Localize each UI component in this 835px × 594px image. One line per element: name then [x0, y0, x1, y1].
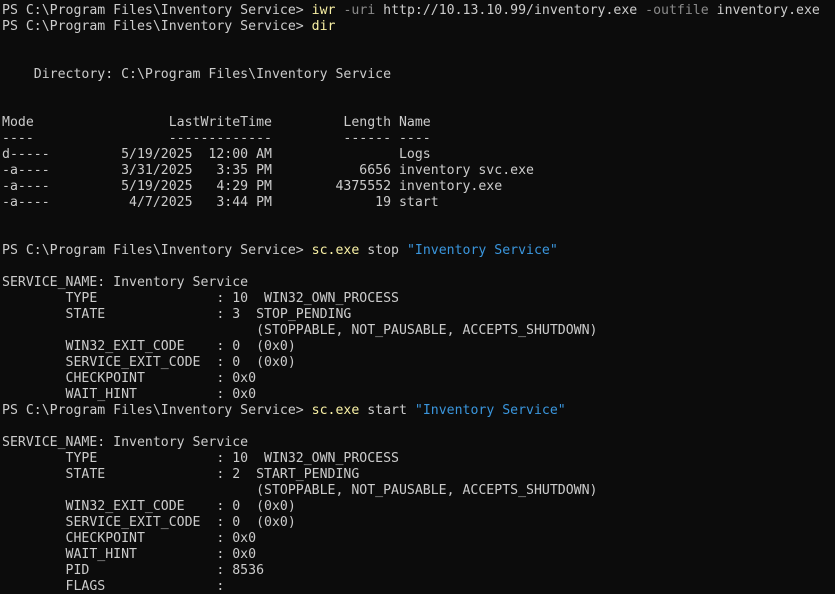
terminal-text-plain: STATE : 3 STOP_PENDING [2, 307, 352, 322]
terminal-line: PID : 8536 [2, 563, 835, 579]
terminal-text-command: dir [311, 19, 336, 34]
terminal-line: SERVICE_NAME: Inventory Service [2, 435, 835, 451]
terminal-text-plain: (STOPPABLE, NOT_PAUSABLE, ACCEPTS_SHUTDO… [2, 483, 598, 498]
terminal-line: SERVICE_EXIT_CODE : 0 (0x0) [2, 515, 835, 531]
terminal-text-string: "Inventory Service" [414, 403, 566, 418]
terminal-line: STATE : 2 START_PENDING [2, 467, 835, 483]
terminal-line: PS C:\Program Files\Inventory Service> s… [2, 403, 835, 419]
terminal-output[interactable]: PS C:\Program Files\Inventory Service> i… [0, 0, 835, 594]
terminal-text-plain: FLAGS : [2, 579, 225, 594]
terminal-text-plain: TYPE : 10 WIN32_OWN_PROCESS [2, 451, 399, 466]
terminal-text-plain: PS C:\Program Files\Inventory Service> [2, 19, 312, 34]
terminal-text-plain: PS C:\Program Files\Inventory Service> [2, 243, 312, 258]
terminal-line: PS C:\Program Files\Inventory Service> i… [2, 3, 835, 19]
terminal-line: CHECKPOINT : 0x0 [2, 371, 835, 387]
terminal-text-plain: WAIT_HINT : 0x0 [2, 387, 257, 402]
terminal-line: WAIT_HINT : 0x0 [2, 387, 835, 403]
terminal-line: -a---- 5/19/2025 4:29 PM 4375552 invento… [2, 179, 835, 195]
terminal-text-plain: WIN32_EXIT_CODE : 0 (0x0) [2, 499, 296, 514]
terminal-line: d----- 5/19/2025 12:00 AM Logs [2, 147, 835, 163]
terminal-line: ---- ------------- ------ ---- [2, 131, 835, 147]
terminal-line: WIN32_EXIT_CODE : 0 (0x0) [2, 339, 835, 355]
terminal-line: WAIT_HINT : 0x0 [2, 547, 835, 563]
terminal-line: CHECKPOINT : 0x0 [2, 531, 835, 547]
terminal-text-plain: STATE : 2 START_PENDING [2, 467, 360, 482]
terminal-text-plain: -a---- 3/31/2025 3:35 PM 6656 inventory … [2, 163, 534, 178]
terminal-line: (STOPPABLE, NOT_PAUSABLE, ACCEPTS_SHUTDO… [2, 483, 835, 499]
terminal-line: SERVICE_NAME: Inventory Service [2, 275, 835, 291]
terminal-text-parameter: -uri [343, 3, 376, 18]
terminal-text-string: "Inventory Service" [406, 243, 558, 258]
terminal-line: TYPE : 10 WIN32_OWN_PROCESS [2, 451, 835, 467]
terminal-text-plain: PS C:\Program Files\Inventory Service> [2, 3, 312, 18]
terminal-text-plain: PID : 8536 [2, 563, 265, 578]
terminal-text-plain: (STOPPABLE, NOT_PAUSABLE, ACCEPTS_SHUTDO… [2, 323, 598, 338]
terminal-text-plain: stop [359, 243, 407, 258]
terminal-text-plain: Mode LastWriteTime Length Name [2, 115, 431, 130]
terminal-line: STATE : 3 STOP_PENDING [2, 307, 835, 323]
terminal-text-command: sc.exe [311, 243, 360, 258]
terminal-text-command: iwr [311, 3, 336, 18]
terminal-text-plain: SERVICE_EXIT_CODE : 0 (0x0) [2, 355, 296, 370]
terminal-text-plain: SERVICE_NAME: Inventory Service [2, 435, 249, 450]
terminal-text-plain: CHECKPOINT : 0x0 [2, 531, 257, 546]
terminal-text-plain: TYPE : 10 WIN32_OWN_PROCESS [2, 291, 399, 306]
terminal-text-plain: start [359, 403, 415, 418]
terminal-text-plain: -a---- 5/19/2025 4:29 PM 4375552 invento… [2, 179, 503, 194]
terminal-text-parameter: -outfile [645, 3, 709, 18]
terminal-text-plain: SERVICE_NAME: Inventory Service [2, 275, 249, 290]
terminal-line: -a---- 3/31/2025 3:35 PM 6656 inventory … [2, 163, 835, 179]
terminal-line: Directory: C:\Program Files\Inventory Se… [2, 67, 835, 83]
terminal-text-plain: WAIT_HINT : 0x0 [2, 547, 257, 562]
terminal-text-command: sc.exe [311, 403, 360, 418]
terminal-text-plain: SERVICE_EXIT_CODE : 0 (0x0) [2, 515, 296, 530]
terminal-text-plain: Directory: C:\Program Files\Inventory Se… [2, 67, 392, 82]
terminal-line: Mode LastWriteTime Length Name [2, 115, 835, 131]
terminal-line: (STOPPABLE, NOT_PAUSABLE, ACCEPTS_SHUTDO… [2, 323, 835, 339]
terminal-text-plain: http://10.13.10.99/inventory.exe [375, 3, 646, 18]
terminal-line: PS C:\Program Files\Inventory Service> d… [2, 19, 835, 35]
terminal-text-plain: d----- 5/19/2025 12:00 AM Logs [2, 147, 431, 162]
terminal-line: PS C:\Program Files\Inventory Service> s… [2, 243, 835, 259]
terminal-line: SERVICE_EXIT_CODE : 0 (0x0) [2, 355, 835, 371]
terminal-text-plain: -a---- 4/7/2025 3:44 PM 19 start [2, 195, 439, 210]
terminal-text-plain: inventory.exe [708, 3, 820, 18]
terminal-text-plain: ---- ------------- ------ ---- [2, 131, 431, 146]
terminal-text-plain: WIN32_EXIT_CODE : 0 (0x0) [2, 339, 296, 354]
terminal-line: -a---- 4/7/2025 3:44 PM 19 start [2, 195, 835, 211]
terminal-line: WIN32_EXIT_CODE : 0 (0x0) [2, 499, 835, 515]
terminal-line: TYPE : 10 WIN32_OWN_PROCESS [2, 291, 835, 307]
terminal-text-plain: CHECKPOINT : 0x0 [2, 371, 257, 386]
terminal-text-plain: PS C:\Program Files\Inventory Service> [2, 403, 312, 418]
terminal-line: FLAGS : [2, 579, 835, 594]
